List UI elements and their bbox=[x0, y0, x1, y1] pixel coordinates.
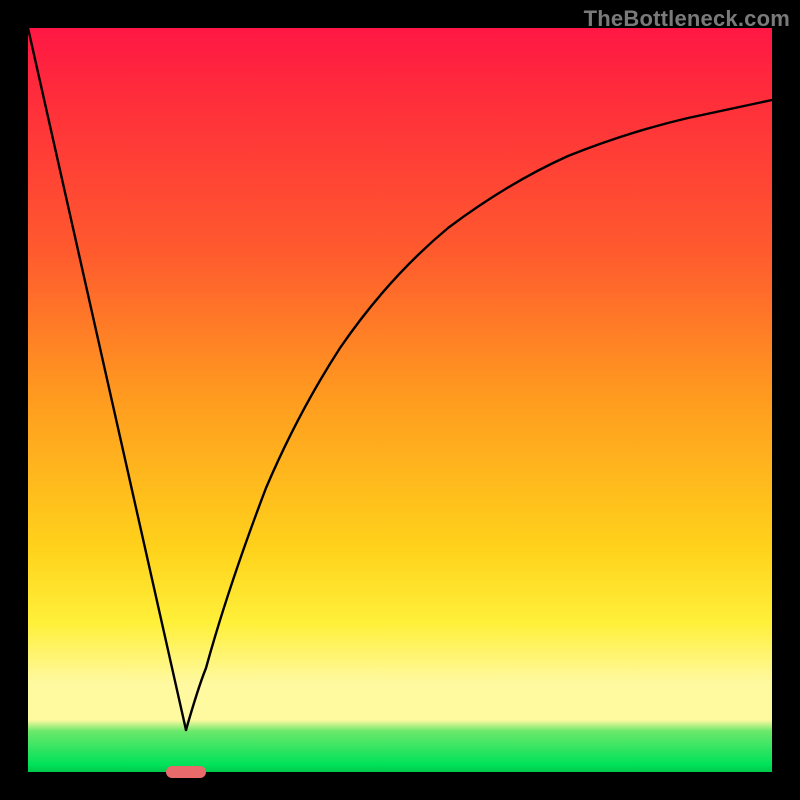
curve-right-ascent bbox=[186, 100, 772, 730]
plot-area bbox=[28, 28, 772, 772]
chart-frame: TheBottleneck.com bbox=[0, 0, 800, 800]
min-notch-marker bbox=[166, 766, 206, 778]
curve-svg bbox=[28, 28, 772, 772]
curve-left-descent bbox=[28, 28, 186, 730]
